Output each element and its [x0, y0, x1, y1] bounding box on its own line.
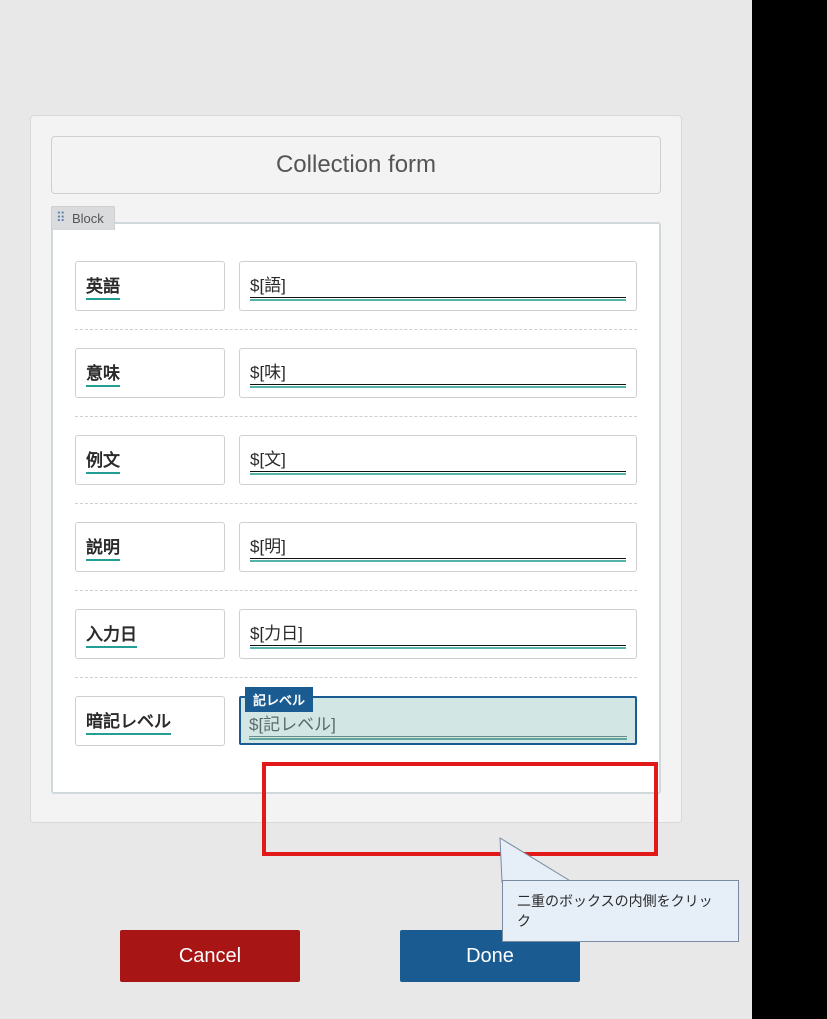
field-label: 英語 — [86, 272, 120, 300]
field-label: 意味 — [86, 359, 120, 387]
field-label-box[interactable]: 意味 — [75, 348, 225, 398]
done-button-label: Done — [466, 945, 514, 968]
field-label-box[interactable]: 説明 — [75, 522, 225, 572]
field-value[interactable]: $[記レベル] — [249, 710, 627, 737]
field-value-box[interactable]: $[文] — [239, 435, 637, 485]
form-panel: Collection form Block 英語 $[語] 意味 — [30, 115, 682, 823]
selection-tag[interactable]: 記レベル — [245, 687, 313, 712]
field-label: 例文 — [86, 446, 120, 474]
form-row: 意味 $[味] — [75, 329, 637, 416]
viewport: Collection form Block 英語 $[語] 意味 — [0, 0, 827, 1019]
form-row-highlighted: 暗記レベル 記レベル $[記レベル] — [75, 677, 637, 764]
field-value-box[interactable]: $[力日] — [239, 609, 637, 659]
drag-handle-icon[interactable] — [58, 214, 68, 224]
form-row: 入力日 $[力日] — [75, 590, 637, 677]
block-tab-label: Block — [72, 211, 104, 226]
field-value: $[味] — [250, 358, 626, 385]
form-row: 例文 $[文] — [75, 416, 637, 503]
field-value-selected-wrap: 記レベル $[記レベル] — [239, 696, 637, 746]
field-value: $[文] — [250, 445, 626, 472]
field-label-box[interactable]: 例文 — [75, 435, 225, 485]
field-value-box[interactable]: $[味] — [239, 348, 637, 398]
form-title[interactable]: Collection form — [51, 136, 661, 194]
field-value: $[力日] — [250, 619, 626, 646]
selection-tag-label: 記レベル — [253, 693, 305, 708]
block-container[interactable]: Block 英語 $[語] 意味 $[味] 例文 — [51, 222, 661, 794]
field-value: $[語] — [250, 271, 626, 298]
form-title-text: Collection form — [276, 151, 436, 178]
block-tab[interactable]: Block — [51, 206, 115, 230]
form-row: 説明 $[明] — [75, 503, 637, 590]
field-value-box[interactable]: $[語] — [239, 261, 637, 311]
field-value: $[明] — [250, 532, 626, 559]
field-label: 入力日 — [86, 620, 137, 648]
field-label: 暗記レベル — [86, 707, 171, 735]
cancel-button[interactable]: Cancel — [120, 930, 300, 982]
form-row: 英語 $[語] — [75, 252, 637, 329]
callout-text: 二重のボックスの内側をクリック — [517, 893, 713, 929]
callout-box: 二重のボックスの内側をクリック — [502, 880, 739, 942]
field-label-box[interactable]: 英語 — [75, 261, 225, 311]
field-label-box[interactable]: 入力日 — [75, 609, 225, 659]
cancel-button-label: Cancel — [179, 945, 241, 968]
field-label-box[interactable]: 暗記レベル — [75, 696, 225, 746]
field-value-box[interactable]: $[明] — [239, 522, 637, 572]
right-black-strip — [752, 0, 827, 1019]
field-label: 説明 — [86, 533, 120, 561]
